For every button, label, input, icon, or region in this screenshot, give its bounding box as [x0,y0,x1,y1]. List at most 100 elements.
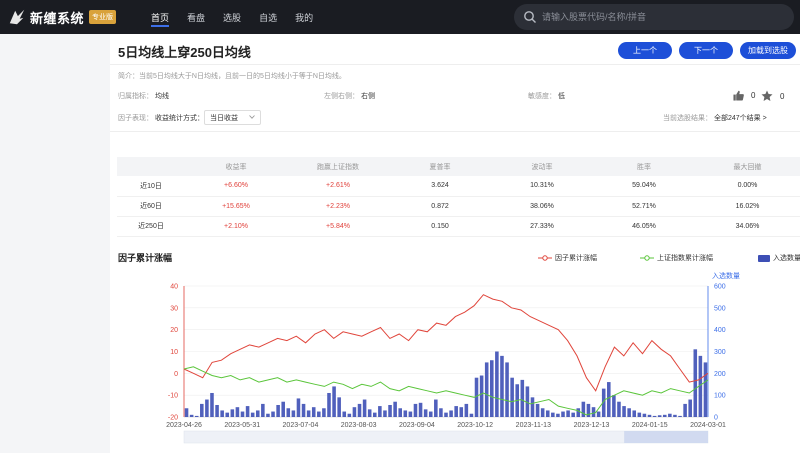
count-bar [240,411,245,417]
pro-badge: 专业版 [89,10,117,24]
thumbs-up-icon[interactable] [733,90,744,101]
count-bar [434,399,438,417]
search-icon [524,11,536,23]
drawdown-cell: 0.00% [695,176,800,197]
direction-info: 左侧右侧： 右侧 [324,91,375,101]
nav-watchlist[interactable]: 自选 [250,0,286,34]
table-header-row: 收益率 跑赢上证指数 夏普率 波动率 胜率 最大回撤 [117,157,800,176]
count-bar [266,413,270,417]
legend-line-icon [538,255,552,261]
sensitivity-value: 低 [557,93,565,100]
table-header: 跑赢上证指数 [287,157,389,176]
count-bar [500,355,504,417]
search-box [514,4,794,30]
y-tick-label-left: 0 [174,371,178,378]
count-bar [474,377,479,417]
y-tick-label-right: 400 [714,327,726,334]
count-bar [347,413,352,417]
y-tick-label-left: 20 [170,327,178,334]
count-bar [495,351,499,417]
indicator-label: 归属指标： [118,93,153,100]
count-bar [540,408,545,417]
like-group[interactable]: 0 [733,90,755,101]
nav-home[interactable]: 首页 [142,0,178,34]
count-bar [215,404,219,417]
y-tick-label-right: 100 [714,393,726,400]
count-bar [205,399,209,417]
count-bar [607,382,611,417]
x-tick-label: 2023-08-03 [341,422,377,429]
drawdown-cell: 34.06% [695,216,800,237]
legend-count[interactable]: 入选数量 [758,253,800,263]
nav-market[interactable]: 看盘 [178,0,214,34]
drawdown-cell: 16.02% [695,196,800,217]
favorite-group[interactable]: 0 [761,90,784,102]
stat-method-select[interactable]: 当日收益 [204,110,261,125]
count-bar [637,412,642,417]
count-bar [388,404,392,417]
prev-button[interactable]: 上一个 [618,42,672,59]
count-bar [647,414,652,417]
like-count: 0 [751,91,756,100]
legend-index[interactable]: 上证指数累计涨幅 [640,253,713,263]
count-bar [189,414,194,417]
legend-label: 入选数量 [773,255,800,262]
app-name: 新缠系统 [30,10,85,26]
search-input[interactable] [542,12,772,22]
y-tick-label-right: 200 [714,371,726,378]
y-tick-label-left: 30 [170,305,178,312]
count-bar [510,377,514,417]
load-to-picker-button[interactable]: 加载到选股 [740,42,796,59]
count-bar [581,401,586,417]
sensitivity-label: 敏感度： [528,93,556,100]
nav-mine[interactable]: 我的 [286,0,322,34]
count-bar [571,412,575,417]
nav-stock-picker[interactable]: 选股 [214,0,250,34]
count-bar [469,413,474,417]
right-axis-label: 入选数量 [712,271,740,280]
legend-factor[interactable]: 因子累计涨幅 [538,253,597,263]
x-tick-label: 2024-01-15 [632,422,668,429]
count-bar [230,409,235,417]
count-bar [291,410,296,417]
star-icon[interactable] [761,90,773,102]
count-bar [220,410,224,417]
volatility-cell: 10.31% [491,176,593,197]
count-bar [662,414,667,417]
count-bar [561,411,565,417]
count-bar [551,412,555,417]
count-bar [367,409,372,417]
count-bar [184,408,189,417]
count-bar [413,403,418,417]
period-cell: 近250日 [117,216,185,237]
table-row: 近250日 +2.10% +5.84% 0.150 27.33% 46.05% … [117,216,800,237]
count-bar [530,397,535,417]
table-header: 收益率 [185,157,287,176]
count-bar [683,403,687,417]
result-link[interactable]: 全部247个结果 > [714,115,767,122]
factor-performance: 因子表现： 收益统计方式： [118,113,204,123]
divider [110,64,800,65]
count-bar [439,408,443,417]
count-bar [255,410,260,417]
count-bar [545,410,550,417]
page-title: 5日均线上穿250日均线 [118,45,251,60]
count-bar [627,408,631,417]
y-tick-label-right: 500 [714,305,726,312]
sharpe-cell: 0.150 [389,216,491,237]
count-bar [372,412,377,417]
count-bar [200,403,204,417]
x-tick-label: 2023-10-12 [457,422,493,429]
factor-return-line [183,294,709,392]
stat-method-value: 当日收益 [210,114,238,122]
favorite-count: 0 [780,91,785,101]
count-bar [250,412,255,417]
count-bar [642,413,647,417]
zoom-slider-window [624,431,708,443]
result-label: 当前选股结果： [663,115,712,122]
count-bar [245,406,250,417]
count-bar [668,413,672,417]
app-logo[interactable]: 新缠系统 专业版 [8,8,117,27]
factor-label: 因子表现： [118,115,153,122]
next-button[interactable]: 下一个 [679,42,733,59]
